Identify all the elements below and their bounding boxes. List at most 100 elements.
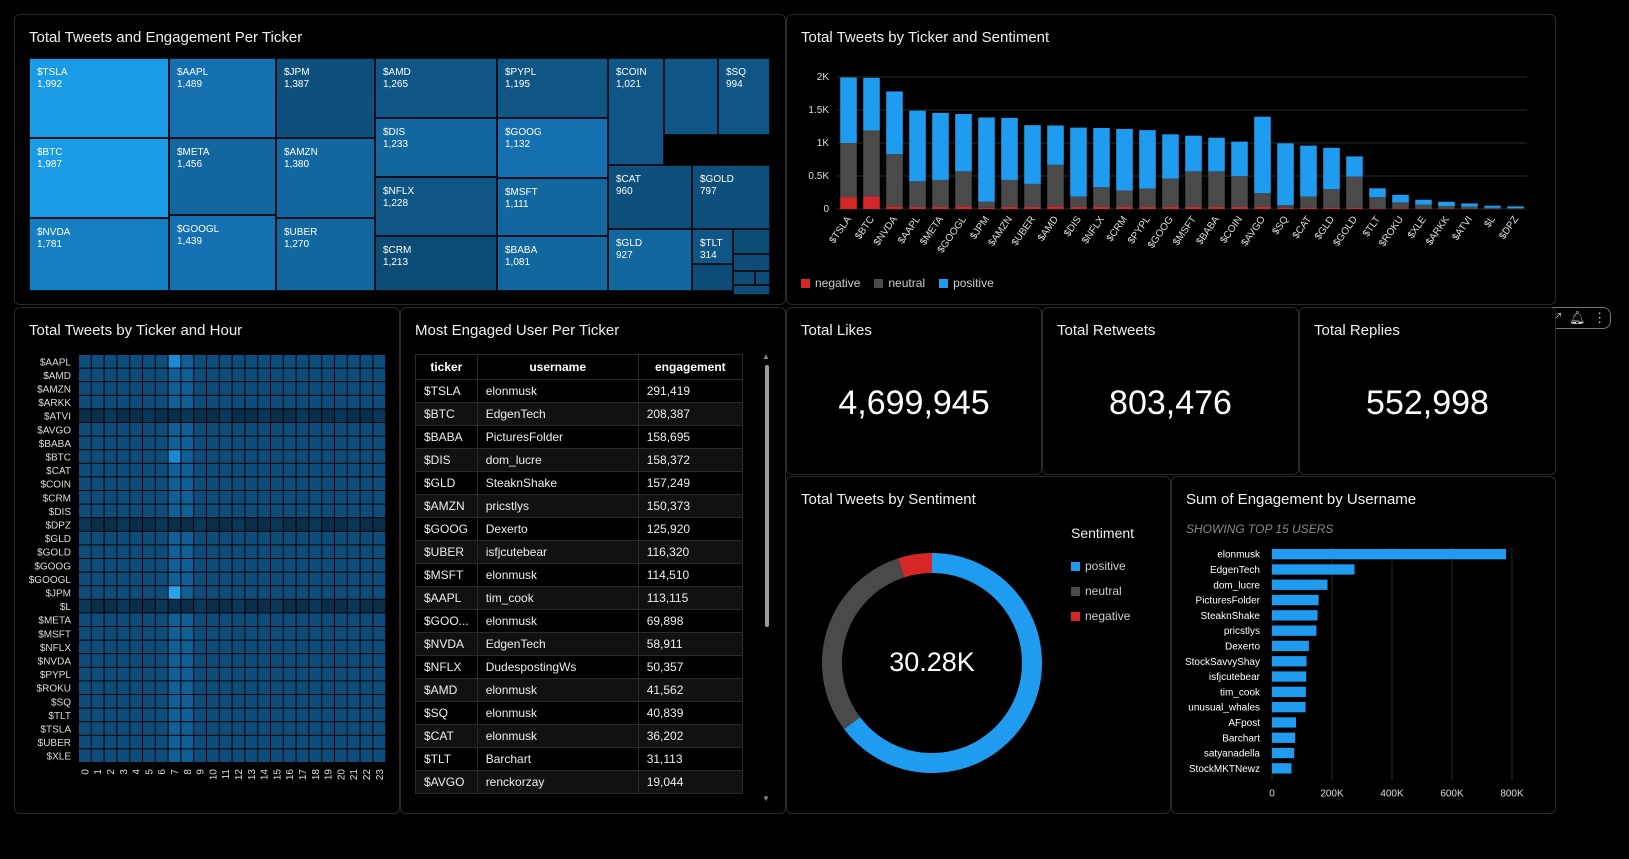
- heatmap-cell[interactable]: [258, 749, 270, 762]
- heatmap-cell[interactable]: [104, 395, 117, 409]
- heatmap-cell[interactable]: [296, 463, 309, 477]
- heatmap-cell[interactable]: [347, 477, 360, 490]
- bar-segment-negative[interactable]: [1231, 207, 1248, 209]
- treemap-cell[interactable]: $UBER 1,270: [276, 218, 375, 291]
- bar-segment-positive[interactable]: [955, 114, 972, 172]
- heatmap-cell[interactable]: [322, 667, 334, 681]
- heatmap-cell[interactable]: [194, 409, 206, 422]
- heatmap-cell[interactable]: [335, 477, 347, 490]
- heatmap-cell[interactable]: [309, 735, 322, 749]
- heatmap-cell[interactable]: [117, 722, 130, 735]
- heatmap-cell[interactable]: [207, 735, 219, 749]
- heatmap-cell[interactable]: [271, 695, 283, 708]
- heatmap-cell[interactable]: [104, 681, 117, 694]
- heatmap-cell[interactable]: [296, 355, 309, 368]
- heatmap-cell[interactable]: [373, 749, 386, 762]
- legend-item-neutral[interactable]: neutral: [874, 276, 925, 290]
- heatmap-cell[interactable]: [219, 613, 232, 626]
- heatmap-cell[interactable]: [155, 368, 168, 382]
- heatmap-cell[interactable]: [168, 545, 181, 558]
- table-row[interactable]: $GOO... elonmusk 69,898: [415, 609, 744, 633]
- heatmap-cell[interactable]: [322, 463, 334, 477]
- treemap-cell[interactable]: $BABA 1,081: [497, 236, 608, 291]
- heatmap-cell[interactable]: [360, 423, 373, 436]
- heatmap-cell[interactable]: [79, 382, 91, 395]
- heatmap-cell[interactable]: [207, 504, 219, 518]
- treemap-cell[interactable]: $SQ 994: [718, 58, 770, 135]
- heatmap-cell[interactable]: [258, 368, 270, 382]
- bar-segment-negative[interactable]: [909, 207, 926, 209]
- heatmap-cell[interactable]: [143, 654, 155, 667]
- heatmap-cell[interactable]: [296, 423, 309, 436]
- heatmap-cell[interactable]: [117, 627, 130, 640]
- bar-segment-positive[interactable]: [1323, 147, 1340, 190]
- bar-segment-negative[interactable]: [1070, 207, 1087, 209]
- heatmap-cell[interactable]: [91, 450, 104, 463]
- heatmap-cell[interactable]: [181, 695, 194, 708]
- heatmap-cell[interactable]: [91, 559, 104, 572]
- heatmap-cell[interactable]: [143, 559, 155, 572]
- heatmap-cell[interactable]: [296, 681, 309, 694]
- treemap-cell[interactable]: $AAPL 1,489: [169, 58, 276, 138]
- heatmap-cell[interactable]: [258, 518, 270, 531]
- heatmap-cell[interactable]: [91, 518, 104, 531]
- heatmap-cell[interactable]: [219, 654, 232, 667]
- heatmap-cell[interactable]: [335, 654, 347, 667]
- heatmap-cell[interactable]: [283, 599, 296, 613]
- table-row[interactable]: $TLT Barchart 31,113: [415, 747, 744, 771]
- heatmap-cell[interactable]: [91, 627, 104, 640]
- heatmap-cell[interactable]: [309, 708, 322, 722]
- treemap-cell[interactable]: [755, 271, 770, 285]
- heatmap-cell[interactable]: [347, 504, 360, 518]
- heatmap-cell[interactable]: [79, 586, 91, 599]
- heatmap-cell[interactable]: [335, 382, 347, 395]
- treemap-cell[interactable]: [733, 271, 755, 285]
- heatmap-cell[interactable]: [245, 518, 258, 531]
- heatmap-cell[interactable]: [207, 436, 219, 450]
- heatmap-cell[interactable]: [347, 640, 360, 654]
- heatmap-cell[interactable]: [79, 735, 91, 749]
- heatmap-cell[interactable]: [91, 695, 104, 708]
- heatmap-cell[interactable]: [245, 695, 258, 708]
- heatmap-cell[interactable]: [283, 477, 296, 490]
- heatmap-cell[interactable]: [130, 545, 142, 558]
- heatmap-cell[interactable]: [168, 382, 181, 395]
- heatmap-cell[interactable]: [232, 355, 245, 368]
- heatmap-cell[interactable]: [373, 477, 386, 490]
- heatmap-cell[interactable]: [130, 423, 142, 436]
- table-row[interactable]: $CAT elonmusk 36,202: [415, 724, 744, 748]
- heatmap-cell[interactable]: [155, 599, 168, 613]
- heatmap-cell[interactable]: [258, 599, 270, 613]
- heatmap-cell[interactable]: [373, 518, 386, 531]
- treemap-cell[interactable]: $MSFT 1,111: [497, 178, 608, 236]
- heatmap-cell[interactable]: [104, 654, 117, 667]
- bar-segment-neutral[interactable]: [1277, 205, 1294, 208]
- heatmap-cell[interactable]: [91, 436, 104, 450]
- heatmap-cell[interactable]: [219, 572, 232, 586]
- bar-segment-negative[interactable]: [1277, 207, 1294, 209]
- heatmap-cell[interactable]: [181, 627, 194, 640]
- heatmap-cell[interactable]: [130, 722, 142, 735]
- bar-segment-negative[interactable]: [932, 207, 949, 209]
- heatmap-cell[interactable]: [143, 395, 155, 409]
- heatmap-cell[interactable]: [143, 545, 155, 558]
- heatmap-cell[interactable]: [373, 627, 386, 640]
- heatmap-cell[interactable]: [181, 559, 194, 572]
- heatmap-cell[interactable]: [130, 695, 142, 708]
- heatmap-cell[interactable]: [360, 695, 373, 708]
- heatmap-cell[interactable]: [335, 368, 347, 382]
- heatmap-cell[interactable]: [322, 395, 334, 409]
- bar-segment-positive[interactable]: [909, 110, 926, 182]
- heatmap-cell[interactable]: [194, 640, 206, 654]
- heatmap-cell[interactable]: [309, 667, 322, 681]
- heatmap-cell[interactable]: [91, 667, 104, 681]
- heatmap-cell[interactable]: [79, 640, 91, 654]
- heatmap-cell[interactable]: [155, 423, 168, 436]
- table-row[interactable]: $NVDA EdgenTech 58,911: [415, 632, 744, 656]
- heatmap-cell[interactable]: [194, 382, 206, 395]
- heatmap-cell[interactable]: [309, 613, 322, 626]
- heatmap-cell[interactable]: [271, 395, 283, 409]
- heatmap-cell[interactable]: [283, 436, 296, 450]
- heatmap-cell[interactable]: [347, 409, 360, 422]
- table-row[interactable]: $AAPL tim_cook 113,115: [415, 586, 744, 610]
